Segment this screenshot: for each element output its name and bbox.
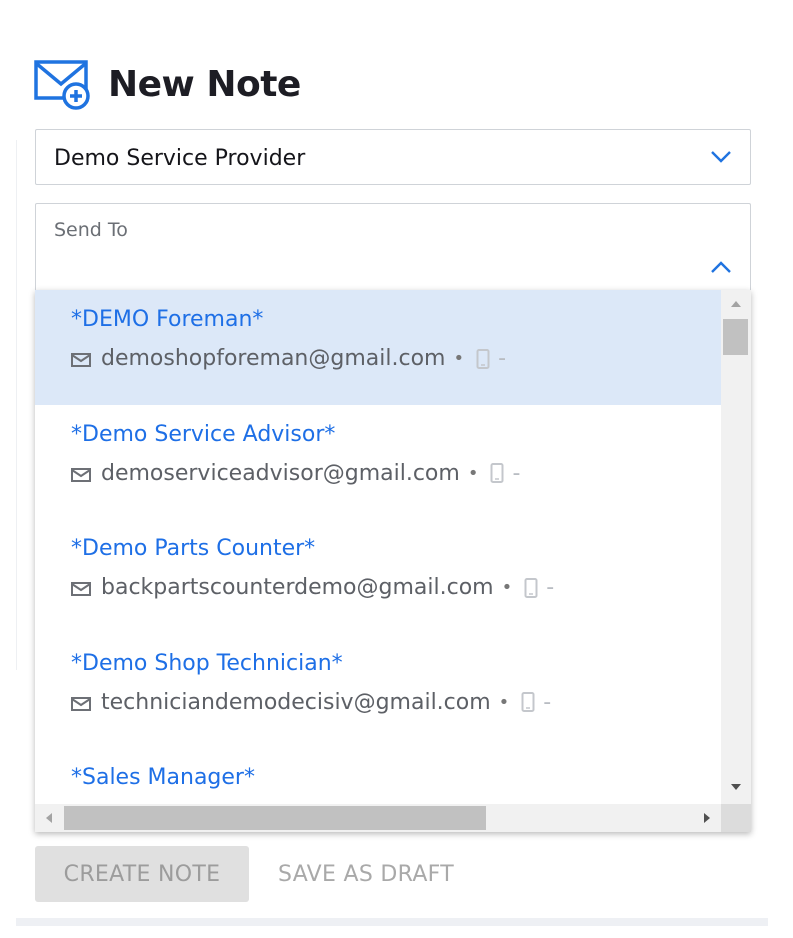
chevron-down-icon[interactable] (710, 150, 732, 164)
recipient-name: *Sales Manager* (71, 765, 255, 790)
mobile-phone-icon (521, 692, 535, 712)
horizontal-scroll-thumb[interactable] (64, 806, 486, 830)
separator-dot: • (453, 348, 465, 369)
recipient-name: *Demo Parts Counter* (71, 536, 316, 561)
mail-add-icon (34, 60, 90, 110)
recipient-email: demoserviceadvisor@gmail.com (101, 460, 460, 486)
chevron-up-icon[interactable] (710, 260, 732, 274)
recipient-option[interactable]: *Demo Parts Counter* backpartscounterdemo… (35, 519, 721, 634)
scroll-up-arrow-icon[interactable] (730, 300, 742, 308)
recipient-name: *Demo Shop Technician* (71, 650, 343, 676)
service-provider-value: Demo Service Provider (54, 146, 306, 171)
separator-dot: • (498, 691, 510, 713)
separator-dot: • (501, 577, 513, 598)
recipient-name: *Demo Service Advisor* (71, 421, 336, 447)
recipient-contact: demoserviceadvisor@gmail.com • - (71, 461, 520, 486)
recipient-contact: demoshopforeman@gmail.com • - (71, 346, 506, 371)
recipient-email: backpartscounterdemo@gmail.com (101, 575, 494, 600)
send-to-label: Send To (54, 219, 128, 241)
recipient-phone: - (498, 346, 507, 371)
recipient-phone: - (512, 460, 521, 486)
panel-edge (16, 140, 17, 670)
recipient-contact: techniciandemodecisiv@gmail.com • - (71, 690, 551, 715)
create-note-button[interactable]: CREATE NOTE (35, 846, 249, 902)
save-as-draft-button[interactable]: SAVE AS DRAFT (256, 846, 476, 902)
recipient-contact: backpartscounterdemo@gmail.com • - (71, 575, 554, 600)
recipient-email: techniciandemodecisiv@gmail.com (101, 689, 491, 715)
footer-divider (16, 918, 768, 926)
separator-dot: • (467, 462, 479, 484)
page-header: New Note (34, 58, 301, 110)
recipient-option[interactable]: *DEMO Foreman* demoshopforeman@gmail.com •… (35, 290, 721, 405)
horizontal-scrollbar[interactable] (35, 804, 721, 832)
recipient-list: *DEMO Foreman* demoshopforeman@gmail.com •… (35, 290, 721, 804)
page-title: New Note (108, 63, 301, 105)
mobile-phone-icon (524, 577, 538, 598)
mail-icon (71, 353, 91, 367)
scroll-left-arrow-icon[interactable] (45, 812, 53, 824)
recipient-option[interactable]: *Sales Manager* (35, 748, 721, 804)
vertical-scroll-thumb[interactable] (723, 319, 748, 355)
mail-icon (71, 467, 91, 482)
recipient-option[interactable]: *Demo Shop Technician* techniciandemodeci… (35, 634, 721, 749)
vertical-scrollbar[interactable] (721, 290, 751, 804)
recipient-name: *DEMO Foreman* (71, 307, 264, 332)
send-to-field[interactable]: Send To (35, 203, 751, 291)
recipient-option[interactable]: *Demo Service Advisor* demoserviceadvisor… (35, 405, 721, 520)
scrollbar-corner (721, 804, 751, 832)
mobile-phone-icon (476, 348, 490, 369)
service-provider-select[interactable]: Demo Service Provider (35, 129, 751, 185)
scroll-down-arrow-icon[interactable] (730, 783, 742, 791)
scroll-right-arrow-icon[interactable] (703, 812, 711, 824)
recipient-email: demoshopforeman@gmail.com (101, 346, 446, 371)
mail-icon (71, 696, 91, 711)
mail-icon (71, 582, 91, 596)
recipient-phone: - (543, 689, 552, 715)
mobile-phone-icon (490, 463, 504, 483)
recipient-dropdown: *DEMO Foreman* demoshopforeman@gmail.com •… (35, 290, 751, 832)
recipient-phone: - (546, 575, 555, 600)
